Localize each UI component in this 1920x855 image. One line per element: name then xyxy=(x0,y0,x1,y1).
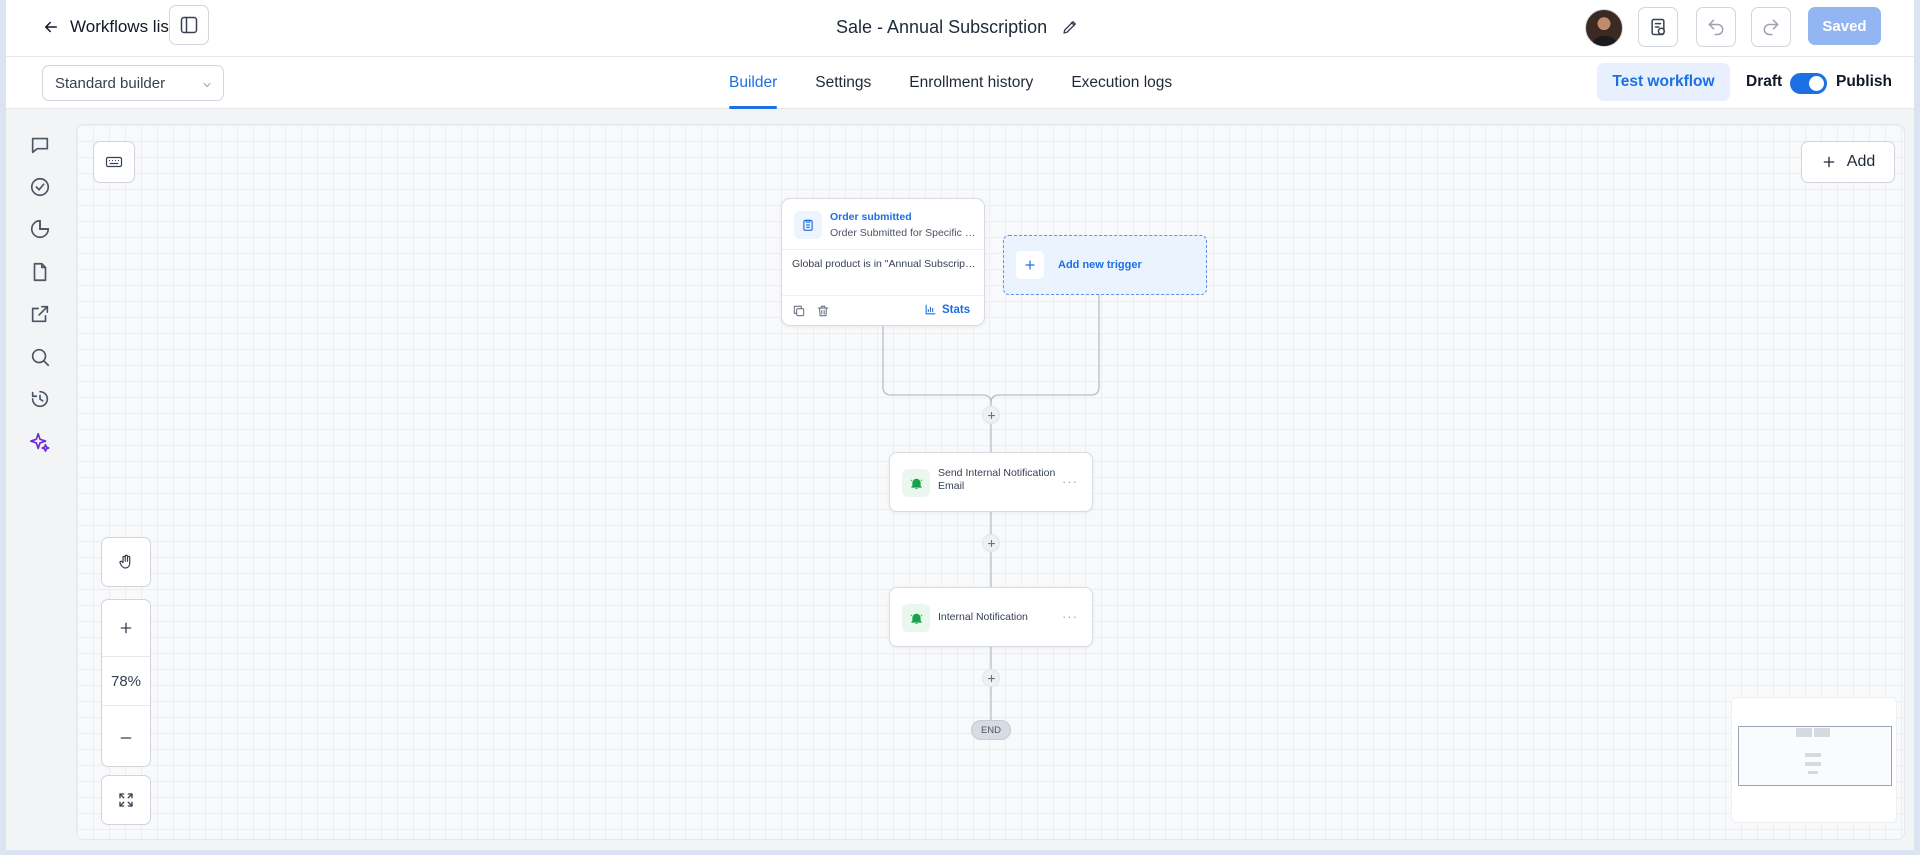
edit-pencil-icon[interactable] xyxy=(1061,18,1079,36)
tab-execution-logs[interactable]: Execution logs xyxy=(1071,57,1172,109)
add-step-node[interactable] xyxy=(982,669,1000,687)
chat-icon[interactable] xyxy=(28,133,52,157)
bar-chart-icon xyxy=(925,304,936,315)
minimap-node xyxy=(1805,753,1821,757)
zoom-out-button[interactable] xyxy=(102,714,150,762)
keyboard-icon xyxy=(105,156,123,168)
saved-button[interactable]: Saved xyxy=(1808,7,1881,45)
action-card-send-internal-notification-email[interactable]: Send Internal Notification Email ··· xyxy=(889,452,1093,512)
stats-label: Stats xyxy=(942,303,971,316)
add-button-label: Add xyxy=(1846,153,1876,170)
trigger-divider xyxy=(782,249,984,250)
history-icon[interactable] xyxy=(28,387,52,411)
arrow-left-icon xyxy=(45,21,57,33)
test-workflow-button[interactable]: Test workflow xyxy=(1597,63,1730,101)
search-icon[interactable] xyxy=(28,345,52,369)
back-to-workflows-link[interactable]: Workflows list xyxy=(42,14,174,40)
minimap[interactable] xyxy=(1731,697,1897,823)
file-icon[interactable] xyxy=(28,260,52,284)
undo-button[interactable] xyxy=(1696,7,1736,47)
trigger-footer: Stats xyxy=(782,295,984,326)
workflow-canvas[interactable]: Add Order submitted Order Submitted for … xyxy=(76,124,1905,840)
undo-icon xyxy=(1708,19,1724,36)
app-frame: Workflows list Sale - Annual Subscriptio… xyxy=(6,0,1914,850)
minimap-node xyxy=(1808,771,1818,774)
trash-icon[interactable] xyxy=(816,304,830,318)
sparkles-icon[interactable] xyxy=(28,430,52,454)
end-node: END xyxy=(971,720,1011,740)
check-circle-icon[interactable] xyxy=(28,175,52,199)
external-link-icon[interactable] xyxy=(28,302,52,326)
plus-icon xyxy=(987,411,995,419)
zoom-level: 78% xyxy=(102,656,150,706)
zoom-controls: 78% xyxy=(101,599,151,767)
workflow-title-text: Sale - Annual Subscription xyxy=(836,16,1048,37)
add-new-trigger-button[interactable]: Add new trigger xyxy=(1003,235,1207,295)
minimap-node xyxy=(1805,762,1821,766)
trigger-filter: Global product is in "Annual Subscriptio… xyxy=(792,258,976,270)
builder-toolbar: Standard builder Builder Settings Enroll… xyxy=(6,57,1914,109)
action-card-internal-notification[interactable]: Internal Notification ··· xyxy=(889,587,1093,647)
tab-enrollment-history[interactable]: Enrollment history xyxy=(909,57,1033,109)
publish-toggle[interactable] xyxy=(1790,73,1827,94)
expand-icon xyxy=(119,793,133,807)
action-label: Send Internal Notification Email xyxy=(938,467,1056,492)
tab-settings[interactable]: Settings xyxy=(815,57,871,109)
fit-view-button[interactable] xyxy=(101,775,151,825)
keyboard-shortcuts-button[interactable] xyxy=(93,141,135,183)
document-check-icon xyxy=(1651,18,1665,36)
add-step-node[interactable] xyxy=(982,534,1000,552)
plus-icon xyxy=(120,622,132,634)
trigger-subtitle: Order Submitted for Specific Products xyxy=(830,227,980,239)
plus-icon xyxy=(987,539,995,547)
back-link-label: Workflows list xyxy=(70,17,174,36)
user-avatar[interactable] xyxy=(1585,9,1623,47)
redo-icon xyxy=(1763,19,1779,36)
more-options-icon[interactable]: ··· xyxy=(1062,609,1078,624)
trigger-card-order-submitted[interactable]: Order submitted Order Submitted for Spec… xyxy=(781,198,985,326)
builder-tabs: Builder Settings Enrollment history Exec… xyxy=(729,57,1210,109)
zoom-in-button[interactable] xyxy=(102,604,150,652)
minus-icon xyxy=(120,737,132,739)
toggle-sidebar-button[interactable] xyxy=(169,5,209,45)
hand-icon xyxy=(119,554,131,569)
draft-label: Draft xyxy=(1746,73,1783,90)
minimap-node xyxy=(1814,728,1830,737)
add-element-button[interactable]: Add xyxy=(1801,141,1895,183)
top-bar: Workflows list Sale - Annual Subscriptio… xyxy=(6,0,1914,57)
more-options-icon[interactable]: ··· xyxy=(1062,474,1078,489)
chevron-down-icon xyxy=(203,83,211,88)
workflow-notes-button[interactable] xyxy=(1638,7,1678,47)
tab-builder[interactable]: Builder xyxy=(729,57,778,109)
workflow-title: Sale - Annual Subscription xyxy=(836,14,1079,40)
add-step-node[interactable] xyxy=(982,406,1000,424)
builder-mode-value: Standard builder xyxy=(55,74,166,92)
action-label: Internal Notification xyxy=(938,611,1028,623)
bell-icon xyxy=(902,604,930,632)
clipboard-icon xyxy=(794,211,822,239)
builder-mode-select[interactable]: Standard builder xyxy=(42,65,224,101)
publish-label: Publish xyxy=(1836,73,1892,90)
add-new-trigger-label: Add new trigger xyxy=(1058,259,1142,271)
copy-icon[interactable] xyxy=(792,304,806,318)
pan-tool-button[interactable] xyxy=(101,537,151,587)
redo-button[interactable] xyxy=(1751,7,1791,47)
sidebar-panel-icon xyxy=(180,16,198,34)
minimap-node xyxy=(1796,728,1812,737)
trigger-stats-link[interactable]: Stats xyxy=(924,303,970,316)
plus-icon xyxy=(1823,156,1835,168)
plus-icon xyxy=(987,674,995,682)
left-rail xyxy=(6,109,72,850)
pie-chart-icon[interactable] xyxy=(28,217,52,241)
trigger-title: Order submitted xyxy=(830,211,912,223)
bell-icon xyxy=(902,469,930,497)
plus-icon xyxy=(1016,251,1044,279)
